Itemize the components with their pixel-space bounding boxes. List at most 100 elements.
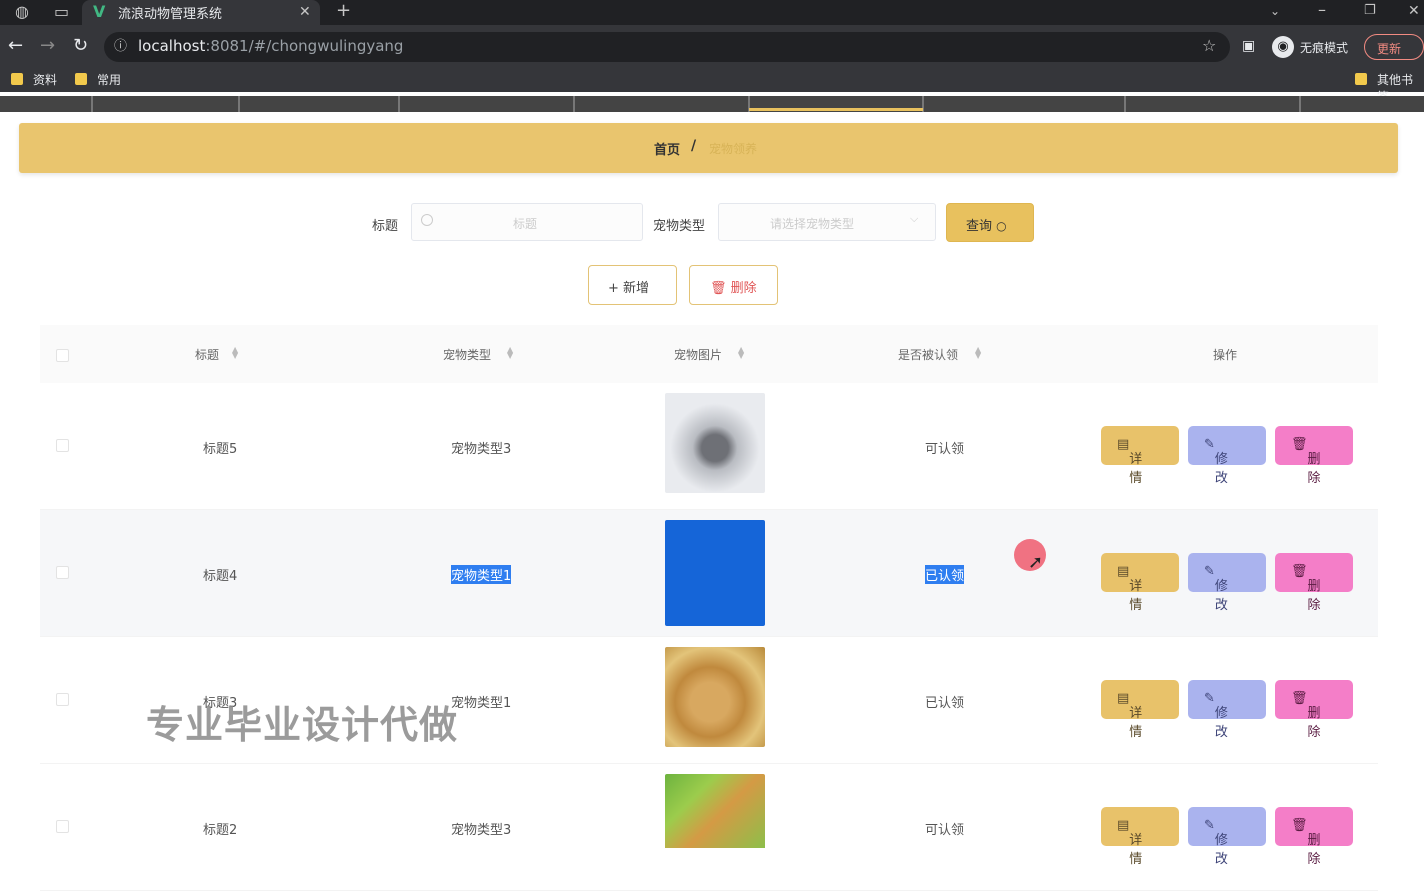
edit-text: 修改 (1214, 706, 1228, 740)
globe-icon[interactable]: ◍ (15, 4, 29, 20)
tab-close-icon[interactable]: ✕ (299, 4, 311, 20)
title-label: 标题 (372, 219, 399, 234)
edit-label: ✎ 修改 (1204, 691, 1228, 740)
select-all-checkbox[interactable] (56, 349, 69, 362)
top-nav (0, 96, 1424, 112)
edit-button[interactable]: ✎ 修改 (1188, 426, 1266, 486)
breadcrumb-home[interactable]: 首页 (654, 139, 680, 158)
nav-divider (1124, 96, 1126, 112)
url-host: localhost (138, 37, 206, 55)
add-text: 新增 (623, 281, 650, 296)
delete-text: 删除 (1307, 706, 1321, 740)
bookmarks-bar (0, 68, 1424, 92)
vue-logo-icon: V (93, 2, 106, 21)
bookmark-star-icon[interactable]: ☆ (1202, 38, 1216, 54)
restore-icon[interactable]: ❐ (1364, 3, 1376, 19)
edit-text: 修改 (1214, 833, 1228, 867)
pet-image (665, 393, 765, 493)
tab-list-icon[interactable]: ⌄ (1270, 3, 1280, 19)
update-button[interactable]: 更新 (1364, 34, 1424, 60)
delete-label: 🗑 删除 (1291, 564, 1321, 613)
breadcrumb-current: 宠物领养 (709, 142, 758, 156)
detail-button[interactable]: ▤ 详情 (1101, 553, 1179, 613)
query-label: 查询 ○ (966, 215, 1007, 234)
row-checkbox[interactable] (56, 566, 69, 579)
close-window-icon[interactable]: ✕ (1408, 3, 1420, 19)
folder-icon (11, 73, 23, 85)
edit-text: 修改 (1214, 452, 1228, 486)
detail-text: 详情 (1129, 833, 1143, 867)
delete-label: 🗑 删除 (1291, 437, 1321, 486)
column-header-image[interactable]: 宠物图片 (674, 346, 722, 363)
detail-text: 详情 (1129, 452, 1143, 486)
url-text: localhost:8081/#/chongwulingyang (138, 37, 403, 55)
row-checkbox[interactable] (56, 820, 69, 833)
delete-label: 🗑 删除 (1291, 818, 1321, 867)
delete-button[interactable]: 🗑 删除 (1275, 680, 1353, 740)
detail-label: ▤ 详情 (1117, 564, 1143, 613)
title-placeholder: 标题 (513, 217, 538, 231)
edit-text: 修改 (1214, 579, 1228, 613)
search-icon (421, 214, 433, 226)
sort-icon[interactable]: ▲ ▼ (232, 346, 238, 360)
chevron-down-icon: ⌵ (910, 212, 919, 225)
plus-icon: + (608, 281, 619, 296)
edit-button[interactable]: ✎ 修改 (1188, 680, 1266, 740)
column-header-type[interactable]: 宠物类型 (443, 346, 491, 363)
new-tab-icon[interactable]: + (336, 2, 351, 20)
cell-title: 标题5 (203, 442, 238, 457)
watermark: 专业毕业设计代做 (146, 703, 459, 747)
forward-icon[interactable]: → (40, 37, 55, 55)
detail-button[interactable]: ▤ 详情 (1101, 680, 1179, 740)
sort-icon[interactable]: ▲ ▼ (507, 346, 513, 360)
delete-label: 🗑 删除 (1291, 691, 1321, 740)
detail-label: ▤ 详情 (1117, 691, 1143, 740)
site-info-icon[interactable]: ⓘ (114, 39, 127, 55)
cell-adopted: 已认领 (925, 565, 965, 584)
sort-icon[interactable]: ▲ ▼ (975, 346, 981, 360)
cell-adopted: 可认领 (925, 442, 965, 457)
detail-button[interactable]: ▤ 详情 (1101, 426, 1179, 486)
search-icon: ○ (996, 219, 1007, 233)
detail-button[interactable]: ▤ 详情 (1101, 807, 1179, 867)
edit-label: ✎ 修改 (1204, 818, 1228, 867)
type-placeholder: 请选择宠物类型 (770, 217, 855, 231)
tab-search-icon[interactable]: ▭ (54, 4, 69, 20)
delete-button[interactable]: 🗑 删除 (1275, 807, 1353, 867)
back-icon[interactable]: ← (8, 37, 23, 55)
reload-icon[interactable]: ↻ (73, 37, 88, 55)
cell-type: 宠物类型3 (451, 823, 512, 838)
cell-adopted: 可认领 (925, 823, 965, 838)
update-label: 更新 (1377, 42, 1402, 56)
nav-divider (398, 96, 400, 112)
cell-type: 宠物类型3 (451, 442, 512, 457)
cell-type: 宠物类型1 (451, 696, 512, 711)
bookmark-item[interactable]: 资料 (33, 71, 57, 88)
column-header-actions: 操作 (1213, 348, 1238, 362)
breadcrumb-separator: / (691, 138, 697, 154)
incognito-icon[interactable]: ◉ (1272, 36, 1294, 58)
row-checkbox[interactable] (56, 439, 69, 452)
incognito-label: 无痕模式 (1300, 41, 1349, 55)
side-panel-icon[interactable]: ▣ (1242, 38, 1255, 54)
pet-image (665, 647, 765, 747)
column-header-adopted[interactable]: 是否被认领 (898, 346, 958, 363)
edit-label: ✎ 修改 (1204, 564, 1228, 613)
column-header-title[interactable]: 标题 (195, 346, 219, 363)
minimize-icon[interactable]: – (1318, 2, 1326, 18)
bookmark-item[interactable]: 常用 (97, 71, 121, 88)
batch-delete-label: 🗑 删除 (710, 277, 757, 296)
delete-button[interactable]: 🗑 删除 (1275, 553, 1353, 613)
delete-button[interactable]: 🗑 删除 (1275, 426, 1353, 486)
delete-text: 删除 (1307, 833, 1321, 867)
edit-button[interactable]: ✎ 修改 (1188, 807, 1266, 867)
nav-divider (1299, 96, 1301, 112)
detail-text: 详情 (1129, 706, 1143, 740)
row-checkbox[interactable] (56, 693, 69, 706)
edit-label: ✎ 修改 (1204, 437, 1228, 486)
delete-text: 删除 (1307, 452, 1321, 486)
pet-image (665, 774, 765, 848)
edit-button[interactable]: ✎ 修改 (1188, 553, 1266, 613)
sort-icon[interactable]: ▲ ▼ (738, 346, 744, 360)
nav-divider (573, 96, 575, 112)
